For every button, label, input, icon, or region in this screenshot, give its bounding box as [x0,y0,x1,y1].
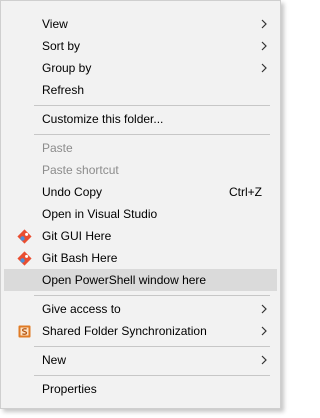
menu-item-label: View [42,17,68,31]
menu-separator [34,375,270,376]
menu-item-label: Give access to [42,302,121,316]
menu-item-label: Customize this folder... [42,112,164,126]
menu-item-group-by[interactable]: Group by [4,57,277,79]
menu-item-label: Paste [42,141,73,155]
menu-item-label: Paste shortcut [42,163,119,177]
menu-item-label: Refresh [42,83,85,97]
chevron-right-icon [261,41,267,51]
menu-item-label: Group by [42,61,92,75]
menu-item-sort-by[interactable]: Sort by [4,35,277,57]
menu-separator [34,346,270,347]
menu-item-open-powershell[interactable]: Open PowerShell window here [4,269,277,291]
menu-item-label: New [42,353,67,367]
menu-item-undo-copy[interactable]: Undo Copy Ctrl+Z [4,181,277,203]
menu-item-label: Properties [42,382,97,396]
context-menu: View Sort by Group by Refresh Customize … [0,0,281,409]
chevron-right-icon [261,19,267,29]
menu-item-paste[interactable]: Paste [4,137,277,159]
chevron-right-icon [261,304,267,314]
chevron-right-icon [261,63,267,73]
menu-item-properties[interactable]: Properties [4,378,277,400]
menu-separator [34,295,270,296]
chevron-right-icon [261,355,267,365]
menu-item-label: Open in Visual Studio [42,207,158,221]
menu-item-view[interactable]: View [4,13,277,35]
menu-item-open-visual-studio[interactable]: Open in Visual Studio [4,203,277,225]
keyboard-shortcut: Ctrl+Z [229,185,262,199]
git-diamond-icon [17,229,32,244]
menu-item-git-gui-here[interactable]: Git GUI Here [4,225,277,247]
menu-item-paste-shortcut[interactable]: Paste shortcut [4,159,277,181]
menu-item-label: Git GUI Here [42,229,112,243]
menu-item-label: Undo Copy [42,185,103,199]
s-badge-icon [18,325,31,338]
menu-item-git-bash-here[interactable]: Git Bash Here [4,247,277,269]
menu-separator [34,134,270,135]
menu-item-refresh[interactable]: Refresh [4,79,277,101]
menu-item-give-access-to[interactable]: Give access to [4,298,277,320]
git-diamond-icon [17,251,32,266]
menu-item-label: Shared Folder Synchronization [42,324,207,338]
menu-item-shared-folder-sync[interactable]: Shared Folder Synchronization [4,320,277,342]
menu-item-label: Open PowerShell window here [42,273,207,287]
menu-item-customize-folder[interactable]: Customize this folder... [4,108,277,130]
menu-separator [34,105,270,106]
menu-item-new[interactable]: New [4,349,277,371]
chevron-right-icon [261,326,267,336]
menu-item-label: Git Bash Here [42,251,118,265]
menu-item-label: Sort by [42,39,81,53]
